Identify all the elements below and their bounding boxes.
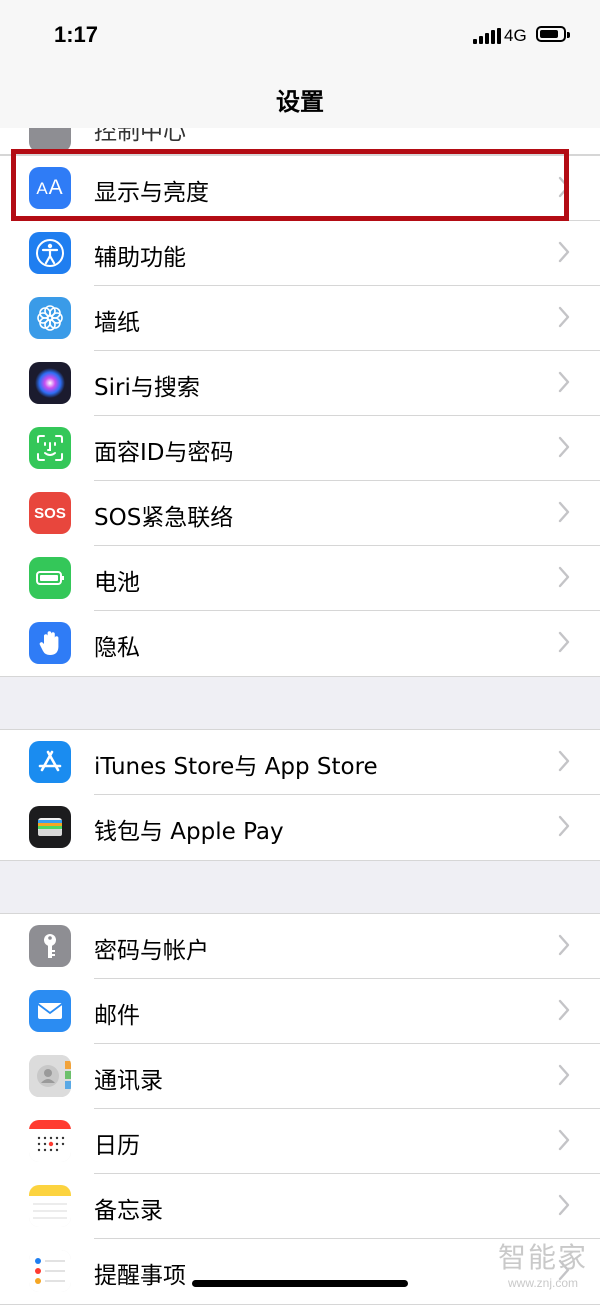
mail-icon [29, 990, 71, 1032]
chevron-right-icon [558, 999, 570, 1021]
network-type: 4G [504, 26, 527, 45]
battery-status-icon [536, 26, 570, 42]
chevron-right-icon [558, 501, 570, 523]
chevron-right-icon [558, 371, 570, 393]
siri-icon [29, 362, 71, 404]
control-center-icon [29, 128, 71, 152]
settings-row[interactable]: 钱包与 Apple Pay [0, 795, 600, 860]
settings-row-label: 电池 [94, 570, 140, 596]
chevron-right-icon [558, 241, 570, 263]
chevron-right-icon [558, 750, 570, 772]
status-bar: 1:17 4G [0, 0, 600, 70]
settings-row-label: iTunes Store与 App Store [94, 754, 378, 780]
settings-row[interactable]: 邮件 [0, 979, 600, 1044]
settings-row[interactable]: SOS SOS紧急联络 [0, 481, 600, 546]
watermark-text: 智能家 [497, 1241, 588, 1274]
settings-row-label: 隐私 [94, 635, 140, 661]
settings-row[interactable]: AA 显示与亮度 [0, 156, 600, 221]
chevron-right-icon [558, 815, 570, 837]
settings-row-label: 面容ID与密码 [94, 440, 234, 466]
display-brightness-icon: AA [29, 167, 71, 209]
settings-row-label: 墙纸 [94, 310, 140, 336]
calendar-icon [29, 1120, 71, 1162]
chevron-right-icon [558, 1064, 570, 1086]
settings-row-label: 密码与帐户 [94, 938, 209, 964]
settings-row[interactable]: 面容ID与密码 [0, 416, 600, 481]
settings-list: 控制中心 AA 显示与亮度辅助功能墙纸 Siri与搜索面容ID与密码 SOS SOS紧急… [0, 128, 600, 1305]
key-icon [29, 925, 71, 967]
settings-row[interactable]: 通讯录 [0, 1044, 600, 1109]
settings-row[interactable]: 隐私 [0, 611, 600, 676]
settings-row[interactable]: 辅助功能 [0, 221, 600, 286]
wallet-icon [29, 806, 71, 848]
chevron-right-icon [558, 1129, 570, 1151]
app-store-icon [29, 741, 71, 783]
face-id-icon [29, 427, 71, 469]
chevron-right-icon [558, 306, 570, 328]
chevron-right-icon [558, 631, 570, 653]
list-item-label: 控制中心 [94, 128, 186, 145]
watermark-url: www.znj.com [507, 1276, 578, 1290]
settings-row[interactable]: 电池 [0, 546, 600, 611]
settings-row-label: 钱包与 Apple Pay [94, 819, 284, 845]
chevron-right-icon [558, 934, 570, 956]
settings-row-label: Siri与搜索 [94, 375, 200, 401]
reminders-icon [29, 1250, 71, 1292]
settings-row-label: 提醒事项 [94, 1263, 186, 1289]
status-time: 1:17 [54, 22, 99, 47]
settings-row-label: 日历 [94, 1133, 140, 1159]
settings-group: AA 显示与亮度辅助功能墙纸 Siri与搜索面容ID与密码 SOS SOS紧急联络 电池隐… [0, 155, 600, 677]
watermark: 智能家 www.znj.com [488, 1236, 598, 1290]
settings-row-label: 备忘录 [94, 1198, 163, 1224]
page-title: 设置 [276, 88, 324, 116]
accessibility-icon [29, 232, 71, 274]
settings-row[interactable]: iTunes Store与 App Store [0, 730, 600, 795]
settings-row-label: 显示与亮度 [94, 180, 209, 206]
navigation-bar: 设置 [0, 70, 600, 129]
notes-icon [29, 1185, 71, 1227]
settings-row-label: 通讯录 [94, 1068, 163, 1094]
settings-row[interactable]: 日历 [0, 1109, 600, 1174]
home-indicator[interactable] [192, 1280, 408, 1287]
settings-row[interactable]: 墙纸 [0, 286, 600, 351]
settings-row[interactable]: Siri与搜索 [0, 351, 600, 416]
sos-icon: SOS [29, 492, 71, 534]
battery-icon [29, 557, 71, 599]
settings-row[interactable]: 密码与帐户 [0, 914, 600, 979]
chevron-right-icon [558, 176, 570, 198]
cellular-signal-icon [473, 28, 501, 44]
contacts-icon [29, 1055, 71, 1097]
chevron-right-icon [558, 1194, 570, 1216]
wallpaper-icon [29, 297, 71, 339]
chevron-right-icon [558, 566, 570, 588]
settings-row-label: 辅助功能 [94, 245, 186, 271]
privacy-hand-icon [29, 622, 71, 664]
settings-group: iTunes Store与 App Store 钱包与 Apple Pay [0, 729, 600, 861]
chevron-right-icon [558, 436, 570, 458]
settings-row-label: 邮件 [94, 1003, 140, 1029]
settings-row[interactable]: 备忘录 [0, 1174, 600, 1239]
settings-row-label: SOS紧急联络 [94, 505, 234, 531]
list-item-partial[interactable]: 控制中心 [0, 128, 600, 155]
